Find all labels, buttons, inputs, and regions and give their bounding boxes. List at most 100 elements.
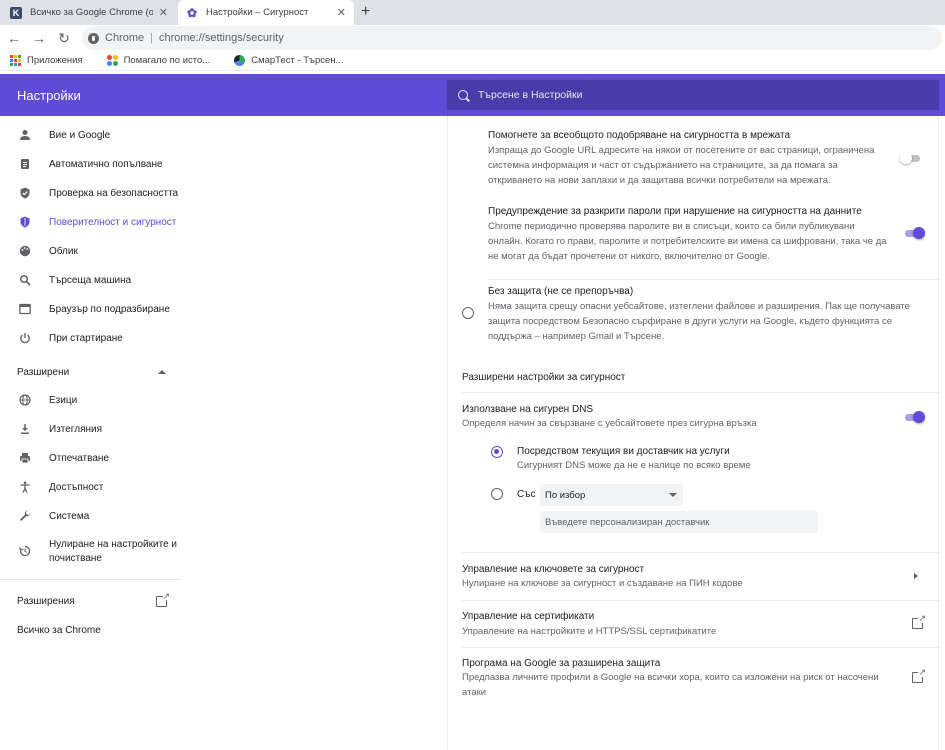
bookmark-label: СмарТест - Търсен...	[251, 55, 344, 66]
divider	[462, 552, 938, 553]
sidebar-item-appearance[interactable]: Облик	[0, 237, 181, 265]
sidebar-item-label: Търсеща машина	[49, 274, 132, 286]
chevron-up-icon[interactable]	[158, 370, 166, 374]
certificates-desc: Управление на настройките и HTTPS/SSL се…	[462, 626, 717, 637]
bookmarks-bar: Приложения Помагало по исто... СмарТест …	[0, 51, 945, 71]
search-icon	[458, 90, 468, 100]
forward-icon[interactable]: →	[28, 30, 50, 46]
sidebar-item-default-browser[interactable]: Браузър по подразбиране	[0, 295, 181, 323]
bookmark-history-helper[interactable]: Помагало по исто...	[106, 55, 211, 66]
bookmark-apps[interactable]: Приложения	[10, 55, 83, 66]
sidebar-item-label: Езици	[49, 394, 78, 406]
close-icon[interactable]: ✕	[159, 6, 168, 19]
dns-current-provider-title: Посредством текущия ви доставчик на услу…	[517, 446, 730, 457]
reset-label-line2: почистване	[49, 553, 102, 564]
site-info-icon[interactable]	[88, 32, 99, 44]
sidebar-item-label: Браузър по подразбиране	[49, 303, 170, 315]
improve-security-toggle[interactable]	[900, 152, 922, 164]
desc-line: защита посредством Безопасно сърфиране в…	[488, 316, 892, 327]
back-icon[interactable]: ←	[3, 30, 25, 46]
sidebar-item-label: Автоматично попълване	[49, 158, 163, 170]
open-in-new-icon[interactable]	[912, 667, 926, 683]
bookmark-label: Приложения	[27, 55, 83, 66]
dns-custom-label: Със	[517, 489, 536, 500]
reset-label-line1: Нулиране на настройките и	[49, 539, 177, 550]
sidebar-item-label: Достъпност	[49, 481, 104, 493]
select-value: По избор	[545, 489, 586, 501]
advanced-protection-title: Програма на Google за разширена защита	[462, 658, 661, 669]
desc-line: Няма защита срещу опасни уебсайтове, изт…	[488, 301, 910, 312]
certificates-title: Управление на сертификати	[462, 611, 595, 622]
url-text[interactable]: chrome://settings/security	[159, 32, 284, 44]
shield-privacy-icon	[18, 215, 32, 229]
address-bar[interactable]: Chrome | chrome://settings/security	[82, 26, 942, 50]
tab-settings-security[interactable]: ✿ Настройки – Сигурност ✕	[178, 0, 354, 25]
bookmark-label: Помагало по исто...	[123, 55, 211, 66]
password-leak-toggle[interactable]	[903, 227, 925, 239]
sidebar-item-label: Отпечатване	[49, 452, 109, 464]
tab-title: Всичко за Google Chrome (обе;	[30, 7, 153, 18]
sidebar-item-downloads[interactable]: Изтегляния	[0, 415, 181, 443]
improve-security-title: Помогнете за всеобщото подобряване на си…	[488, 130, 791, 141]
person-icon	[18, 128, 32, 142]
secure-dns-toggle[interactable]	[903, 411, 925, 423]
globe-icon	[18, 393, 32, 407]
bookmark-smartest[interactable]: СмарТест - Търсен...	[234, 55, 343, 66]
custom-provider-input[interactable]: Въведете персонализиран доставчик	[540, 511, 818, 533]
chevron-right-icon	[914, 573, 918, 579]
input-placeholder: Въведете персонализиран доставчик	[545, 516, 710, 528]
advanced-section-toggle[interactable]: Разширени	[17, 367, 69, 378]
sidebar-item-privacy-security[interactable]: Поверителност и сигурност	[0, 208, 181, 236]
palette-icon	[18, 244, 32, 258]
sidebar-item-accessibility[interactable]: Достъпност	[0, 473, 181, 501]
secure-dns-title: Използване на сигурен DNS	[462, 404, 594, 415]
sidebar-item-search-engine[interactable]: Търсеща машина	[0, 266, 181, 294]
dns-custom-radio[interactable]	[491, 488, 503, 500]
toggle-knob	[913, 411, 925, 423]
new-tab-icon[interactable]: +	[361, 3, 370, 21]
globe-icon	[234, 55, 246, 66]
browser-toolbar: ← → ↻ Chrome | chrome://settings/securit…	[0, 25, 945, 51]
close-icon[interactable]: ✕	[337, 6, 346, 19]
wrench-icon	[18, 509, 32, 523]
no-protection-desc: Няма защита срещу опасни уебсайтове, изт…	[488, 299, 910, 344]
sidebar-item-printing[interactable]: Отпечатване	[0, 444, 181, 472]
divider	[462, 392, 938, 393]
desc-line: системна информация и част от съдържание…	[488, 160, 838, 171]
tab-title: Настройки – Сигурност	[206, 7, 309, 18]
dns-provider-select[interactable]: По избор	[540, 484, 683, 506]
sidebar-item-you-and-google[interactable]: Вие и Google	[0, 121, 181, 149]
gear-icon: ✿	[186, 5, 198, 20]
desc-line: Изпраща до Google URL адресите на някои …	[488, 145, 875, 156]
sidebar-about-chrome[interactable]: Всичко за Chrome	[17, 625, 101, 636]
sidebar-item-system[interactable]: Система	[0, 502, 181, 530]
settings-header: Настройки Търсене в Настройки	[0, 74, 945, 116]
settings-search-input[interactable]: Търсене в Настройки	[447, 80, 939, 110]
sidebar-item-label: При стартиране	[49, 332, 123, 344]
sidebar-extensions-link[interactable]: Разширения	[17, 596, 75, 607]
sidebar-item-languages[interactable]: Езици	[0, 386, 181, 414]
sidebar-item-label: Нулиране на настройките и почистване	[49, 538, 177, 566]
no-protection-title: Без защита (не се препоръчва)	[488, 286, 634, 297]
open-in-new-icon[interactable]	[156, 591, 170, 607]
colorful-dots-icon	[106, 55, 118, 66]
shield-check-icon	[18, 186, 32, 200]
dns-current-provider-radio[interactable]	[491, 446, 503, 458]
sidebar-item-autofill[interactable]: Автоматично попълване	[0, 150, 181, 178]
no-protection-radio[interactable]	[462, 307, 474, 319]
sidebar-item-safety-check[interactable]: Проверка на безопасността	[0, 179, 181, 207]
sidebar-item-label: Поверителност и сигурност	[49, 216, 177, 228]
desc-line: откриването на нови заплахи и да защитав…	[488, 175, 831, 186]
dns-current-provider-desc: Сигурният DNS може да не е налице по вся…	[517, 460, 751, 471]
desc-line: атаки	[462, 687, 487, 698]
tab-about-chrome[interactable]: K Всичко за Google Chrome (обе; ✕	[4, 0, 174, 25]
secure-dns-desc: Определя начин за свързване с уебсайтове…	[462, 418, 757, 429]
sidebar-item-reset[interactable]: Нулиране на настройките и почистване	[0, 538, 181, 568]
power-icon	[18, 331, 32, 345]
reload-icon[interactable]: ↻	[53, 30, 75, 47]
desc-line: Предпазва личните профили в Google на вс…	[462, 672, 879, 683]
divider	[462, 647, 938, 648]
open-in-new-icon[interactable]	[912, 613, 926, 629]
sidebar-divider	[0, 579, 181, 580]
sidebar-item-on-startup[interactable]: При стартиране	[0, 324, 181, 352]
